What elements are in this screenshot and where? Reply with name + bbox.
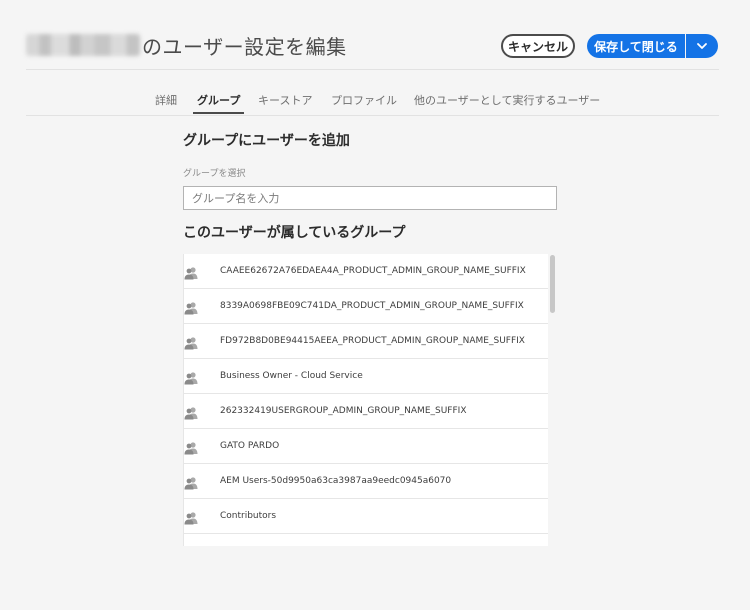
list-item[interactable]: FD972B8D0BE94415AEEA_PRODUCT_ADMIN_GROUP… (184, 324, 548, 359)
tab-groups[interactable]: グループ (192, 84, 245, 114)
tab-details[interactable]: 詳細 (155, 84, 177, 114)
list-item[interactable]: 262332419USERGROUP_ADMIN_GROUP_NAME_SUFF… (184, 394, 548, 429)
user-group-icon (184, 372, 198, 385)
save-and-close-button[interactable]: 保存して閉じる (587, 34, 685, 58)
user-group-icon (184, 477, 198, 490)
tab-keystore[interactable]: キーストア (258, 84, 312, 114)
group-name: 262332419USERGROUP_ADMIN_GROUP_NAME_SUFF… (220, 406, 467, 416)
group-name: AEM Users-50d9950a63ca3987aa9eedc0945a60… (220, 476, 452, 486)
user-group-icon (184, 512, 198, 525)
user-group-icon (184, 302, 198, 315)
group-name: FD972B8D0BE94415AEEA_PRODUCT_ADMIN_GROUP… (220, 336, 525, 346)
tab-impersonators[interactable]: 他のユーザーとして実行するユーザー (414, 84, 600, 114)
user-group-icon (184, 267, 198, 280)
select-group-label: グループを選択 (183, 169, 246, 179)
tab-bar: 詳細 グループ キーストア プロファイル 他のユーザーとして実行するユーザー (0, 84, 750, 114)
save-options-dropdown-button[interactable] (686, 34, 718, 58)
tab-profile[interactable]: プロファイル (331, 84, 397, 114)
header-divider (26, 69, 719, 70)
cancel-button[interactable]: キャンセル (501, 34, 575, 58)
list-item[interactable]: CAAEE62672A76EDAEA4A_PRODUCT_ADMIN_GROUP… (184, 254, 548, 289)
list-item[interactable]: 8339A0698FBE09C741DA_PRODUCT_ADMIN_GROUP… (184, 289, 548, 324)
page-header: のユーザー設定を編集 キャンセル 保存して閉じる (0, 0, 750, 70)
tabs-divider (26, 115, 719, 116)
list-item-partial (184, 534, 548, 546)
list-item[interactable]: AEM Users-50d9950a63ca3987aa9eedc0945a60… (184, 464, 548, 499)
group-list: CAAEE62672A76EDAEA4A_PRODUCT_ADMIN_GROUP… (183, 254, 548, 546)
user-group-icon (184, 337, 198, 350)
group-name: Contributors (220, 511, 277, 521)
list-item[interactable]: GATO PARDO (184, 429, 548, 464)
list-item[interactable]: Contributors (184, 499, 548, 534)
group-name: GATO PARDO (220, 441, 280, 451)
chevron-down-icon (697, 43, 707, 49)
list-item[interactable]: Business Owner - Cloud Service (184, 359, 548, 394)
user-group-icon (184, 442, 198, 455)
redacted-user-name (26, 34, 140, 56)
title-wrap: のユーザー設定を編集 (26, 30, 347, 60)
group-name-input[interactable] (183, 186, 557, 210)
add-group-title: グループにユーザーを追加 (183, 133, 350, 149)
member-groups-title: このユーザーが属しているグループ (183, 225, 406, 241)
user-group-icon (184, 407, 198, 420)
group-name: 8339A0698FBE09C741DA_PRODUCT_ADMIN_GROUP… (220, 301, 524, 311)
group-name: CAAEE62672A76EDAEA4A_PRODUCT_ADMIN_GROUP… (220, 266, 526, 276)
group-name: Business Owner - Cloud Service (220, 371, 363, 381)
page-title: のユーザー設定を編集 (142, 34, 347, 59)
scrollbar-thumb[interactable] (550, 255, 555, 313)
